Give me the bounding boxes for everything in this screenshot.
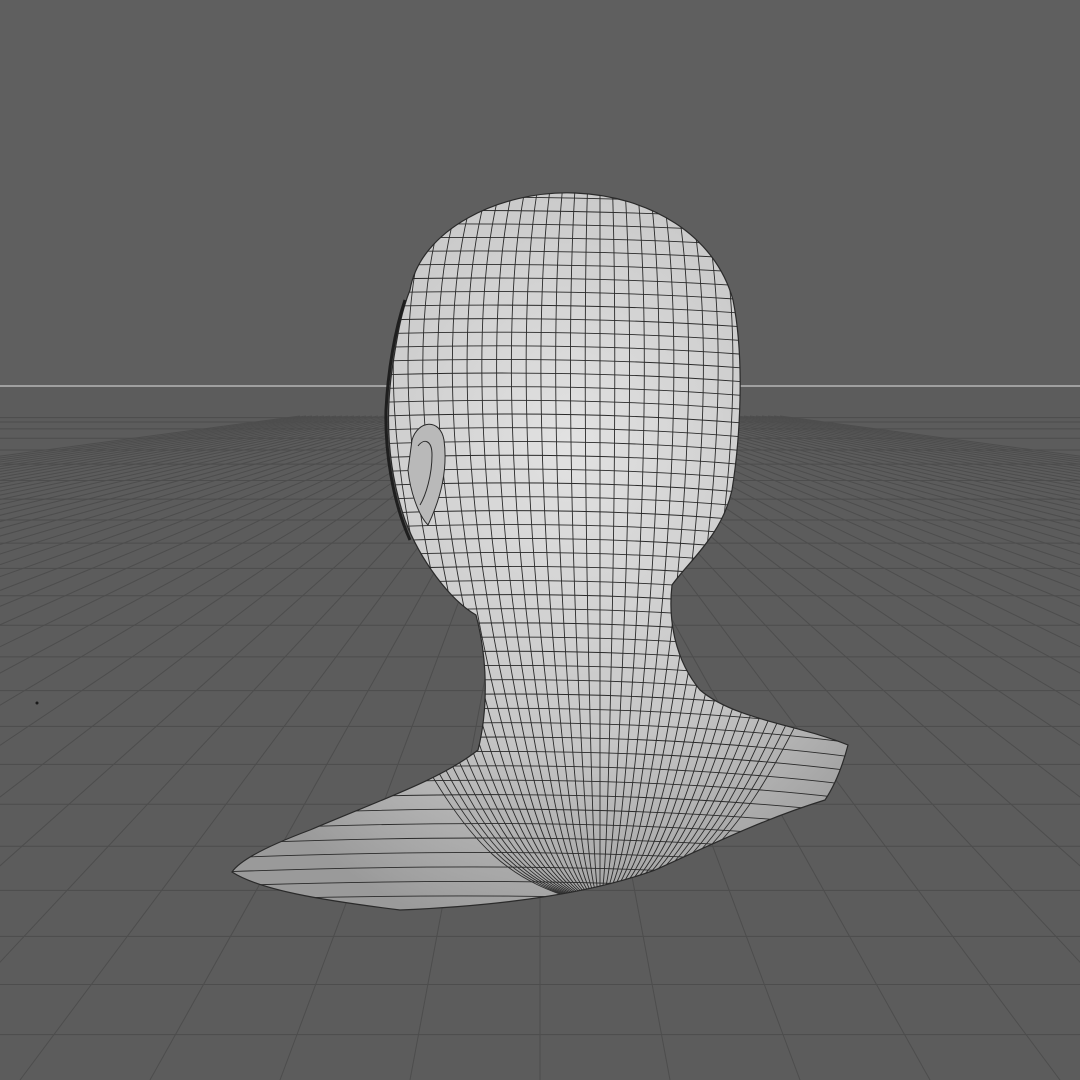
3d-viewport[interactable] [0,0,1080,1080]
viewport-canvas[interactable] [0,0,1080,1080]
viewport-point-marker [35,701,39,705]
